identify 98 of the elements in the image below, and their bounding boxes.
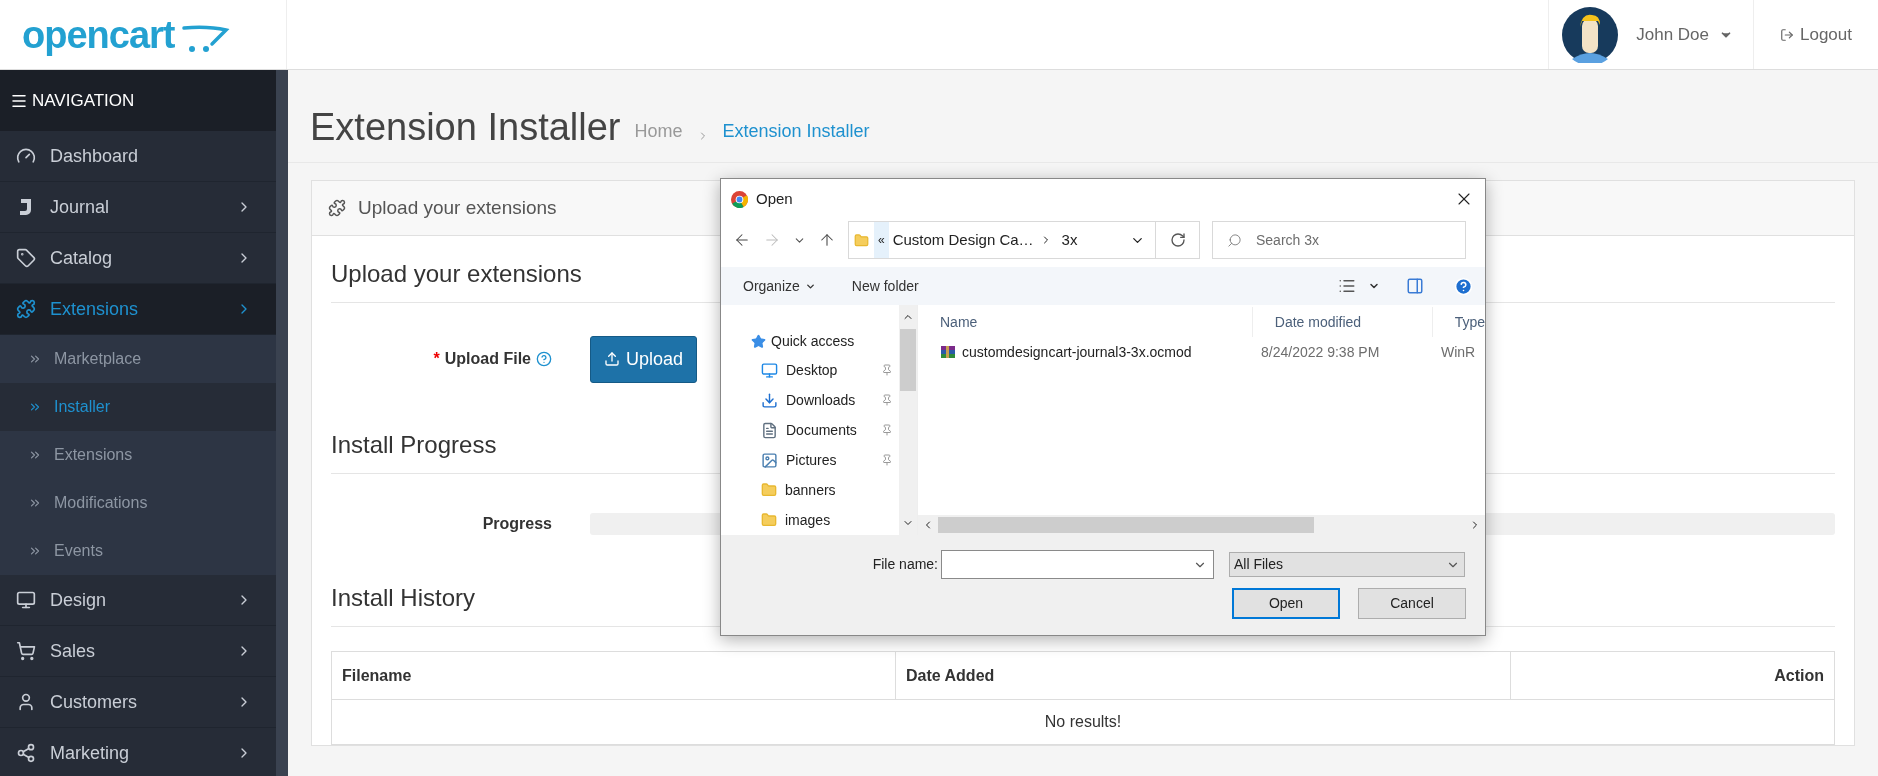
nav-label: Catalog — [50, 246, 114, 270]
nav-label: Dashboard — [50, 144, 140, 168]
picture-icon — [761, 451, 778, 469]
dialog-title: Open — [756, 188, 794, 209]
required-asterisk: * — [433, 349, 440, 369]
nav-sublabel: Marketplace — [54, 349, 142, 369]
tree-item[interactable]: banners — [785, 479, 893, 501]
nav-subitem[interactable]: Modifications — [0, 479, 276, 527]
overflow-chevrons[interactable]: « — [874, 222, 889, 258]
nav-label: Marketing — [50, 741, 131, 765]
refresh-icon[interactable] — [1169, 232, 1186, 248]
path-segment[interactable]: 3x — [1061, 228, 1078, 252]
preview-pane-icon[interactable] — [1406, 277, 1424, 295]
user-name[interactable]: John Doe — [1636, 21, 1733, 48]
section-heading: Upload your extensions — [331, 259, 582, 289]
browser-logo-icon — [731, 190, 748, 208]
nav-sublabel: Events — [54, 541, 103, 561]
new-folder-button[interactable]: New folder — [851, 275, 919, 297]
tree-item[interactable]: Documents — [786, 419, 873, 441]
upload-button[interactable]: Upload — [590, 335, 697, 383]
search-input[interactable]: Search 3x — [1256, 229, 1436, 251]
nav-sublabel: Installer — [54, 397, 111, 417]
logout-link[interactable]: Logout — [1800, 21, 1852, 48]
tree-item[interactable]: Pictures — [786, 449, 873, 471]
nav-sublabel: Modifications — [54, 493, 148, 513]
nav-label: Customers — [50, 690, 139, 714]
view-options-icon[interactable] — [1338, 277, 1356, 295]
nav-label: Extensions — [50, 297, 140, 321]
nav-label: Sales — [50, 639, 97, 663]
double-chevron-icon — [28, 496, 42, 510]
dialog-button[interactable]: Cancel — [1358, 588, 1466, 619]
column-header: Action — [1510, 652, 1834, 699]
dialog-button[interactable]: Open — [1232, 588, 1340, 619]
search-field[interactable]: Search 3x — [1212, 221, 1466, 259]
tree-item[interactable]: Downloads — [786, 389, 873, 411]
nav-label: Design — [50, 588, 108, 612]
user-icon — [16, 692, 36, 712]
puzzle-icon — [16, 299, 36, 319]
tree-item[interactable]: Quick access — [721, 327, 899, 355]
nav-subitem[interactable]: Extensions — [0, 431, 276, 479]
double-chevron-icon — [28, 544, 42, 558]
double-chevron-icon — [28, 448, 42, 462]
vertical-scrollbar[interactable] — [899, 305, 917, 535]
nav-subitem[interactable]: Events — [0, 527, 276, 575]
section-heading: Install History — [331, 583, 476, 613]
desktop-icon — [761, 361, 778, 379]
folder-icon — [761, 512, 777, 528]
download-icon — [761, 391, 778, 409]
nav-sublabel: Extensions — [54, 445, 133, 465]
search-icon — [1227, 232, 1242, 248]
section-heading: Install Progress — [331, 430, 497, 460]
horizontal-scrollbar[interactable] — [918, 515, 1485, 535]
empty-message: No results! — [1044, 712, 1122, 732]
help-icon[interactable] — [536, 351, 552, 367]
address-bar[interactable]: « Custom Design Ca… 3x — [848, 221, 1200, 259]
tree-item[interactable]: images — [785, 509, 893, 531]
column-header[interactable]: Name — [918, 307, 1253, 337]
upload-label: Upload File — [444, 349, 531, 369]
dashboard-icon — [16, 146, 36, 166]
page-title: Extension Installer — [310, 108, 621, 146]
upload-icon — [603, 351, 620, 367]
file-name[interactable]: customdesigncart-journal3-3x.ocmod — [962, 341, 1192, 363]
scrollbar-thumb[interactable] — [938, 517, 1314, 533]
organize-menu[interactable]: Organize — [743, 275, 816, 297]
file-name-field[interactable] — [941, 550, 1214, 579]
folder-icon — [854, 232, 869, 248]
column-header[interactable]: Date modified — [1252, 307, 1433, 337]
file-type: WinR — [1440, 342, 1476, 362]
monitor-icon — [16, 590, 36, 610]
file-date: 8/24/2022 9:38 PM — [1260, 342, 1381, 362]
path-segment[interactable]: Custom Design Ca… — [892, 228, 1034, 252]
cart-icon — [16, 641, 36, 661]
progress-label: Progress — [481, 514, 552, 534]
nav-item[interactable]: Extensions — [0, 284, 276, 335]
navigation-title: NAVIGATION — [32, 89, 135, 112]
back-icon[interactable] — [733, 231, 751, 249]
star-icon — [751, 333, 766, 349]
tree-item[interactable]: Desktop — [786, 359, 873, 381]
tag-icon — [16, 248, 36, 268]
puzzle-icon — [328, 199, 346, 217]
file-type-dropdown[interactable]: All Files — [1229, 552, 1465, 577]
document-icon — [761, 421, 778, 439]
share-icon — [16, 743, 36, 763]
folder-icon — [761, 482, 777, 498]
up-icon[interactable] — [818, 231, 836, 249]
panel-title: Upload your extensions — [358, 195, 557, 220]
double-chevron-icon — [28, 352, 42, 366]
column-header[interactable]: Type — [1432, 307, 1485, 337]
avatar[interactable] — [1562, 6, 1619, 63]
nav-label: Journal — [50, 195, 111, 219]
archive-icon — [940, 344, 956, 360]
nav-subitem[interactable]: Marketplace — [0, 335, 276, 383]
logout-icon — [1780, 27, 1794, 42]
scrollbar-thumb[interactable] — [900, 329, 916, 391]
double-chevron-icon — [28, 400, 42, 414]
column-header: Date Added — [895, 652, 1510, 699]
column-header: Filename — [341, 665, 413, 686]
file-name-label: File name: — [871, 555, 939, 574]
